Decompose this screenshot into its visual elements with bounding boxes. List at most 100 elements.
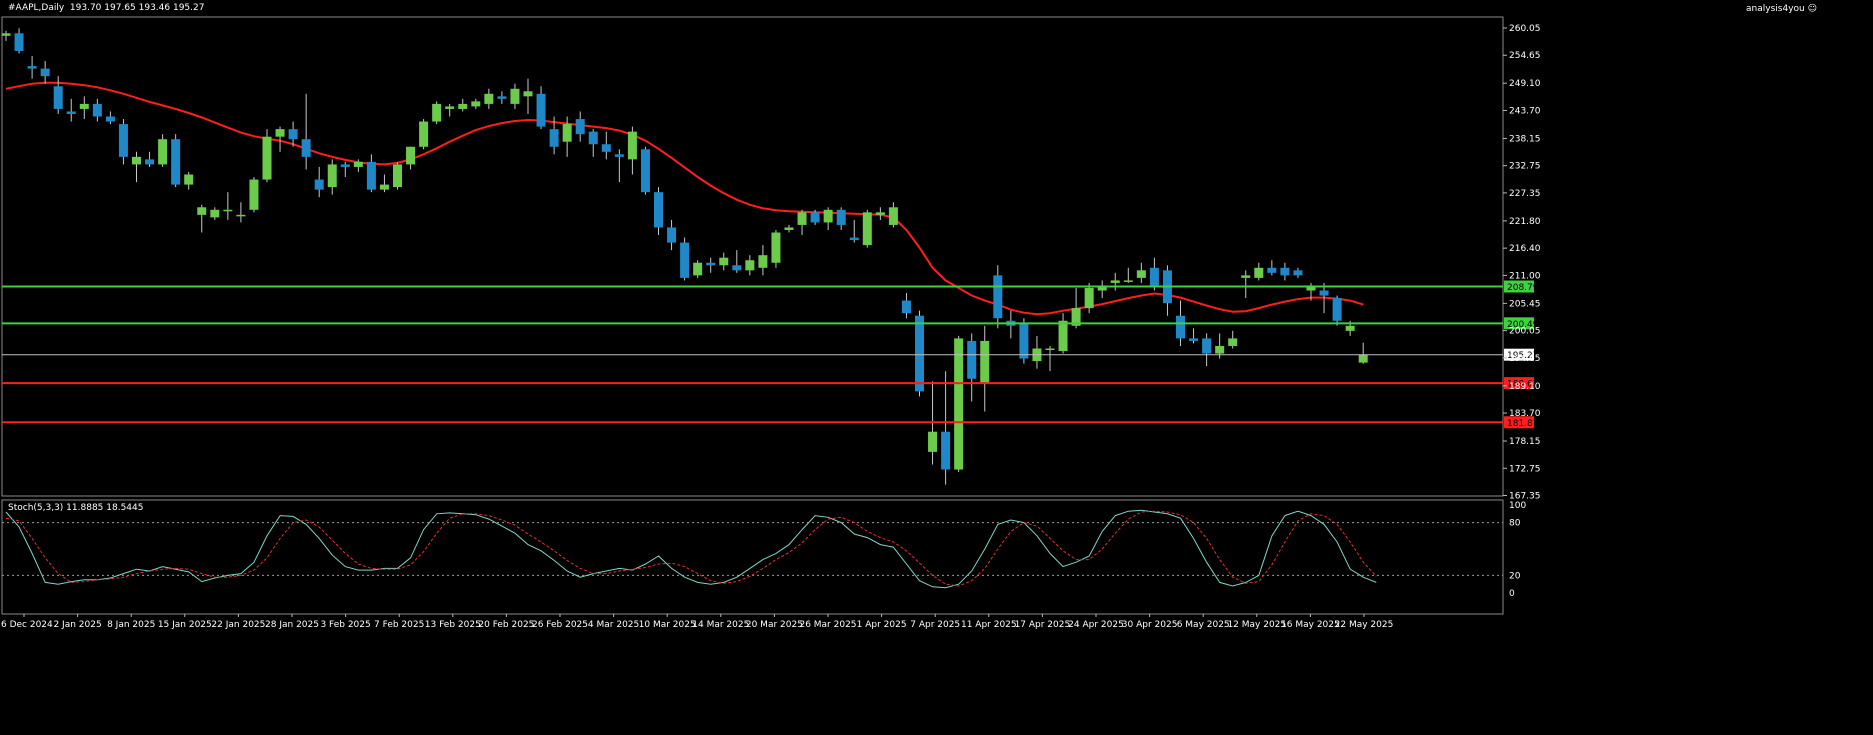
candle-body — [197, 207, 207, 215]
candle-body — [53, 86, 63, 109]
candle — [366, 154, 376, 193]
date-tick-label: 20 Feb 2025 — [478, 620, 534, 630]
candle — [849, 219, 859, 243]
candle — [66, 98, 76, 122]
candle — [797, 209, 807, 236]
date-tick-label: 8 Jan 2025 — [107, 620, 155, 630]
candle-body — [588, 131, 598, 145]
candle — [118, 119, 128, 165]
price-tick-label: 260.05 — [1509, 24, 1541, 34]
price-tick-label: 178.15 — [1509, 437, 1541, 447]
candle-body — [901, 300, 911, 314]
candle — [1136, 262, 1146, 283]
candle-body — [249, 179, 259, 210]
candle-body — [1228, 338, 1238, 346]
candle-body — [549, 129, 559, 147]
candle-body — [810, 212, 820, 223]
candle-body — [1293, 270, 1303, 276]
candle-body — [158, 139, 168, 165]
candle-body — [27, 66, 37, 69]
candle — [771, 229, 781, 268]
candle — [158, 134, 168, 167]
candle-body — [941, 431, 951, 470]
candle — [1006, 310, 1016, 339]
candle-body — [184, 174, 194, 185]
candle — [993, 265, 1003, 329]
candle — [706, 257, 716, 273]
date-tick-label: 7 Apr 2025 — [910, 620, 960, 630]
candle — [875, 207, 885, 220]
candle — [458, 98, 468, 112]
candle — [314, 166, 324, 198]
candle-body — [79, 103, 89, 109]
price-tick-label: 221.80 — [1509, 217, 1541, 227]
candle — [1071, 287, 1081, 329]
candle-body — [888, 207, 898, 225]
candle-body — [562, 124, 572, 142]
candle-body — [1045, 348, 1055, 350]
candle — [14, 28, 24, 54]
candle — [888, 202, 898, 228]
candle — [79, 96, 89, 120]
price-tick-label: 167.35 — [1509, 492, 1541, 502]
candle-body — [118, 124, 128, 157]
candle-body — [1, 33, 11, 36]
date-tick-label: 17 Apr 2025 — [1015, 620, 1071, 630]
candle-body — [667, 227, 677, 243]
candle-body — [654, 192, 663, 228]
price-tick-label: 211.00 — [1509, 271, 1541, 281]
date-tick-label: 26 Dec 2024 — [0, 620, 53, 630]
candle-body — [875, 212, 885, 215]
stoch-tick-label: 80 — [1509, 519, 1521, 529]
candle — [210, 207, 220, 220]
candle — [680, 237, 690, 281]
candle — [262, 129, 272, 183]
price-tick-label: 227.35 — [1509, 189, 1541, 199]
date-tick-label: 7 Feb 2025 — [374, 620, 424, 630]
candle-body — [614, 154, 624, 157]
candle — [732, 250, 742, 273]
candle — [223, 192, 233, 220]
price-tick-label: 200.05 — [1509, 327, 1541, 337]
candle-body — [406, 146, 416, 165]
candle — [836, 207, 846, 230]
candle — [1097, 280, 1107, 299]
candle — [536, 86, 546, 130]
candle — [249, 177, 259, 213]
candle — [197, 204, 207, 233]
candle — [1228, 330, 1238, 349]
candle-body — [314, 179, 324, 190]
candle — [340, 161, 350, 178]
candle — [236, 202, 246, 223]
candle — [862, 209, 872, 248]
candle-body — [1084, 287, 1094, 309]
date-tick-label: 3 Feb 2025 — [320, 620, 370, 630]
candle-body — [693, 262, 703, 276]
stoch-panel-frame — [1, 499, 1504, 615]
candle-body — [980, 340, 990, 384]
candle — [967, 333, 977, 402]
price-tick-label: 254.65 — [1509, 51, 1541, 61]
candle-body — [301, 139, 311, 157]
candle-body — [1241, 275, 1251, 278]
date-tick-label: 2 Jan 2025 — [53, 620, 101, 630]
date-tick-label: 15 Jan 2025 — [158, 620, 212, 630]
candle-body — [1202, 338, 1212, 354]
candle-body — [823, 209, 833, 223]
candle — [1358, 342, 1368, 364]
candle-body — [366, 161, 376, 190]
stoch-tick-label: 0 — [1509, 589, 1515, 599]
candle-body — [1345, 325, 1355, 331]
price-chart[interactable]: 208.79200.49195.27189.63181.87 260.05254… — [0, 0, 1873, 731]
price-tick-label: 194.65 — [1509, 354, 1541, 364]
candle — [954, 335, 964, 473]
candle-body — [14, 33, 24, 51]
candle — [379, 174, 389, 193]
candle-body — [1136, 270, 1146, 278]
candle — [92, 98, 102, 122]
candle — [1241, 270, 1251, 299]
candle — [132, 151, 141, 183]
candle — [1123, 267, 1133, 283]
candle — [784, 224, 794, 233]
candle-body — [262, 136, 272, 180]
